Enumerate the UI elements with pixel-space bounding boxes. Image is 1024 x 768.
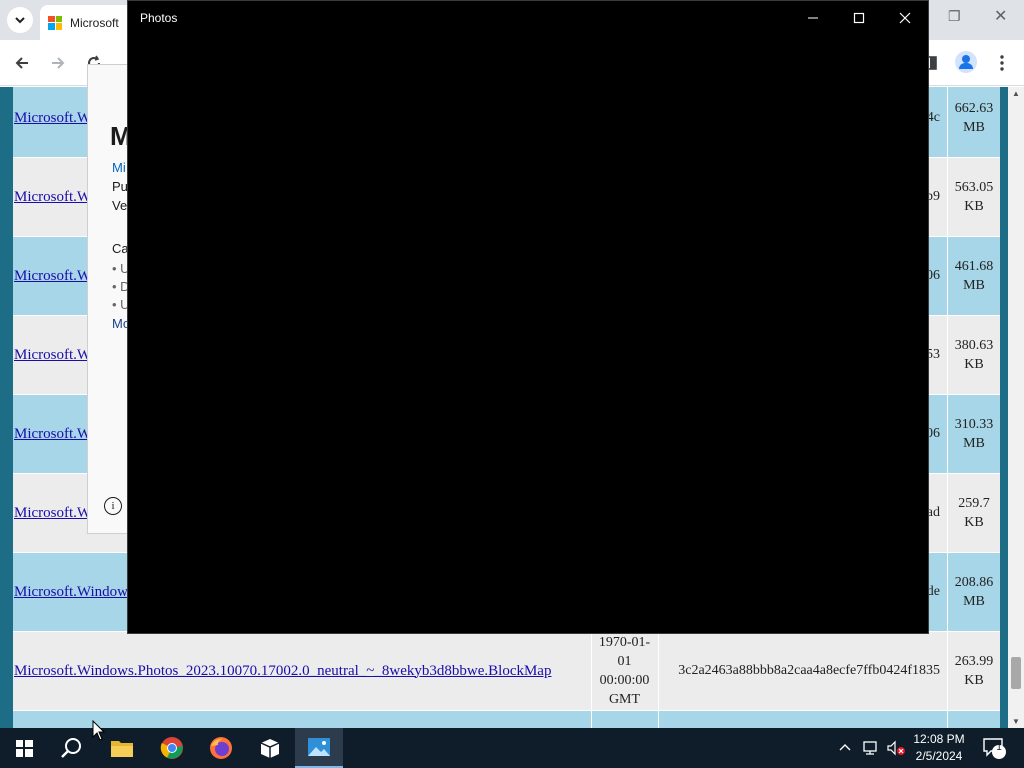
file-size: 563.05 KB	[947, 158, 1000, 236]
profile-avatar-icon[interactable]	[955, 51, 977, 73]
file-size: 310.33 MB	[947, 395, 1000, 473]
microsoft-store-icon	[48, 15, 62, 30]
taskbar-clock[interactable]: 12:08 PM 2/5/2024	[904, 731, 974, 765]
maximize-button[interactable]	[836, 1, 882, 34]
store-line: Pu	[112, 179, 128, 194]
store-publisher-link[interactable]: Mi	[112, 160, 126, 175]
file-size: 380.63 KB	[947, 316, 1000, 394]
network-icon[interactable]	[862, 728, 880, 768]
windows-logo-icon	[15, 739, 33, 757]
scroll-thumb[interactable]	[1011, 657, 1021, 689]
tab-search-button[interactable]	[7, 7, 33, 33]
package-app-button[interactable]	[246, 728, 294, 768]
file-size: 461.68 MB	[947, 237, 1000, 315]
package-icon	[260, 739, 280, 758]
search-button[interactable]	[48, 728, 96, 768]
photos-window-title: Photos	[140, 11, 178, 25]
file-name-link[interactable]: Microsoft.Windows.Photos_2023.10070.1700…	[14, 632, 590, 710]
taskbar: 12:08 PM 2/5/2024 1	[0, 728, 1024, 768]
firefox-taskbar-button[interactable]	[197, 728, 245, 768]
file-size	[947, 711, 1000, 728]
file-hash	[658, 711, 946, 728]
more-vertical-icon	[1000, 55, 1004, 71]
table-row: 2024-02-	[13, 711, 1000, 728]
firefox-icon	[210, 737, 232, 759]
start-button[interactable]	[0, 728, 48, 768]
back-button[interactable]	[10, 51, 34, 75]
arrow-right-icon	[52, 57, 65, 69]
chrome-taskbar-button[interactable]	[148, 728, 196, 768]
file-date: 2024-02-	[591, 711, 657, 728]
page-scrollbar[interactable]: ▲ ▼	[1008, 87, 1024, 728]
mouse-cursor-icon	[92, 720, 106, 741]
table-row: Microsoft.Windows.Photos_2023.10070.1700…	[13, 632, 1000, 711]
photos-taskbar-button[interactable]	[295, 728, 343, 768]
arrow-left-icon	[15, 57, 28, 69]
tab-title: Microsoft	[70, 15, 119, 30]
minimize-icon	[808, 17, 818, 18]
photos-icon	[308, 738, 330, 756]
photos-window: Photos	[127, 0, 929, 634]
info-icon[interactable]: i	[104, 497, 122, 515]
maximize-icon	[853, 12, 865, 23]
show-hidden-icons-button[interactable]	[838, 728, 852, 768]
clock-date: 2/5/2024	[915, 749, 963, 763]
file-size: 208.86 MB	[947, 553, 1000, 631]
volume-muted-icon[interactable]	[886, 728, 906, 768]
file-hash: 3c2a2463a88bbb8a2caa4a8ecfe7ffb0424f1835	[658, 632, 946, 710]
notification-count: 1	[996, 742, 1002, 753]
chrome-icon	[160, 737, 183, 759]
notifications-button[interactable]: 1	[982, 728, 1008, 768]
scroll-down-icon[interactable]: ▼	[1012, 717, 1020, 726]
store-line: Ve	[112, 198, 128, 213]
close-icon	[899, 12, 911, 23]
chrome-menu-button[interactable]	[990, 51, 1014, 75]
search-icon	[61, 738, 81, 758]
scroll-up-icon[interactable]: ▲	[1012, 89, 1020, 98]
minimize-button[interactable]	[790, 1, 836, 34]
chevron-up-icon	[839, 744, 851, 751]
tab-microsoft[interactable]: Microsoft	[40, 5, 140, 40]
chevron-down-icon	[15, 17, 25, 24]
forward-button[interactable]	[46, 51, 70, 75]
close-browser-icon[interactable]: ✕	[994, 6, 1007, 26]
folder-icon	[111, 741, 133, 757]
clock-time: 12:08 PM	[913, 732, 965, 746]
file-size: 662.63 MB	[947, 87, 1000, 157]
close-button[interactable]	[882, 1, 928, 34]
file-date: 1970-01-01 00:00:00 GMT	[591, 632, 657, 710]
file-size: 263.99 KB	[947, 632, 1000, 710]
restore-icon[interactable]: ❐	[948, 8, 961, 25]
file-size: 259.7 KB	[947, 474, 1000, 552]
